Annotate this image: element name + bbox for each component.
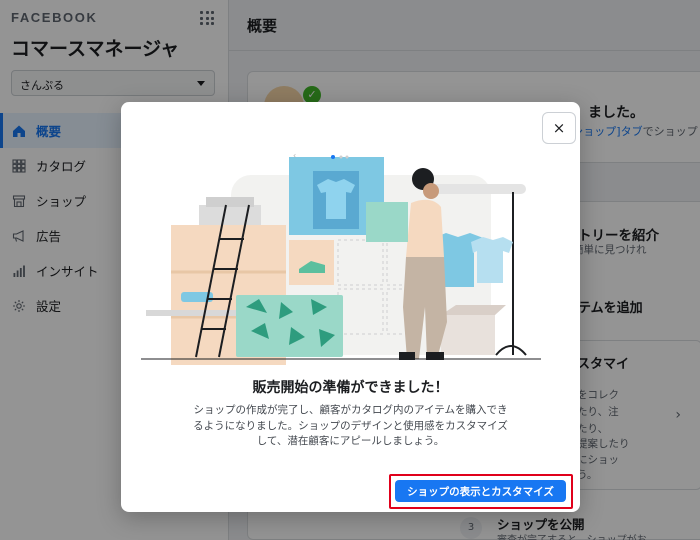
dialog-body-line: るようになりました。ショップのデザインと使用感をカスタマイズ — [193, 419, 508, 432]
dialog-body-line: ショップの作成が完了し、顧客がカタログ内のアイテムを購入でき — [193, 404, 508, 416]
shop-ready-dialog: × ‹ 販売開始の準備ができました！ ショップの作成が完了し、顧客がカタログ内の… — [121, 102, 580, 512]
highlight-box: ショップの表示とカスタマイズ — [389, 474, 573, 509]
dialog-body: ショップの作成が完了し、顧客がカタログ内のアイテムを購入でき るようになりました… — [181, 403, 520, 450]
dialog-body-line: して、潜在顧客にアピールしましょう。 — [256, 435, 445, 447]
svg-text:‹: ‹ — [293, 151, 296, 160]
shop-illustration: ‹ — [141, 151, 541, 365]
view-and-customize-shop-button[interactable]: ショップの表示とカスタマイズ — [395, 480, 566, 502]
close-button[interactable]: × — [542, 112, 576, 144]
close-icon: × — [552, 119, 566, 137]
dialog-title: 販売開始の準備ができました！ — [252, 380, 449, 396]
